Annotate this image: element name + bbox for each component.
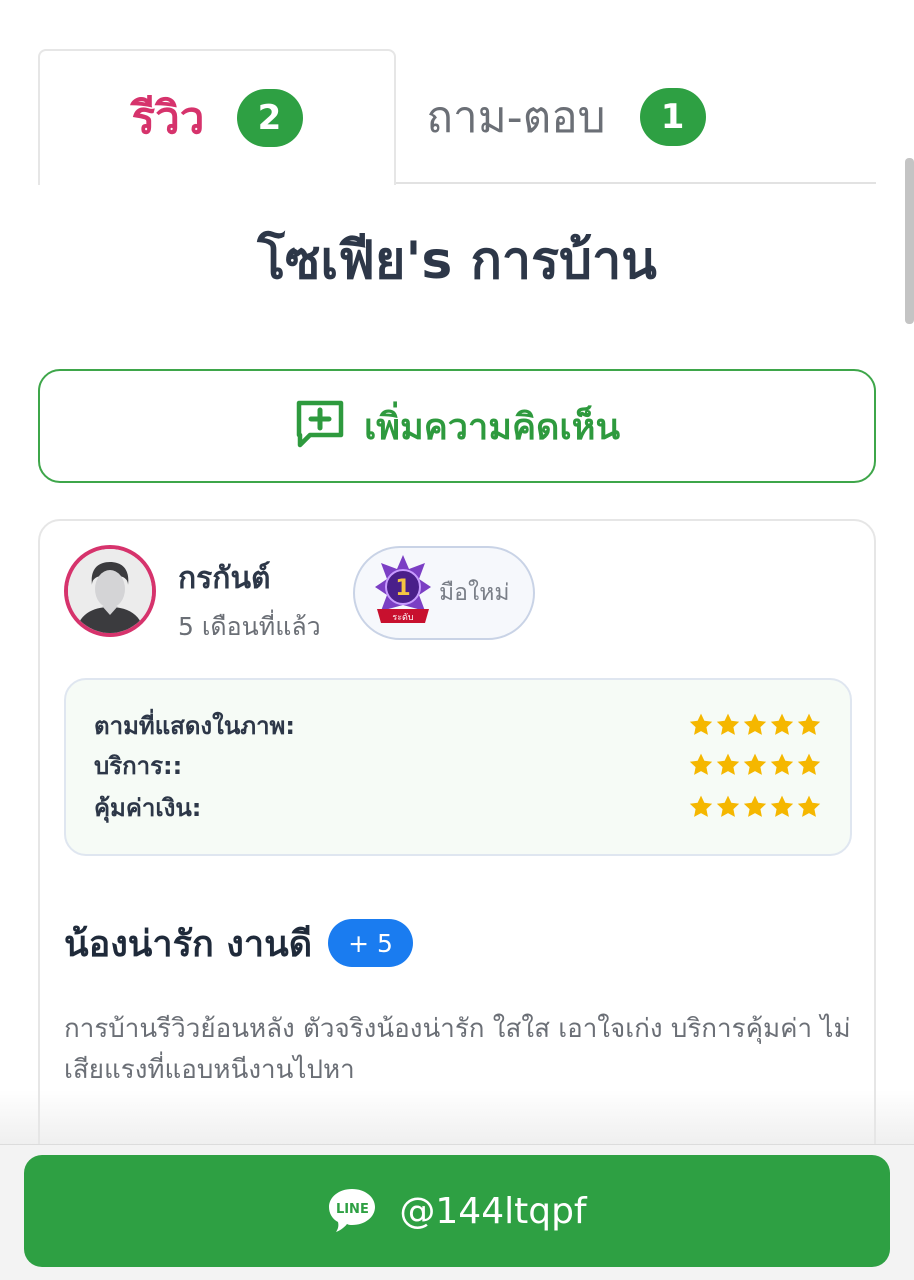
star-rating [688,794,822,820]
rating-row: ตามที่แสดงในภาพ: [94,707,822,743]
comment-plus-icon [294,399,346,453]
star-icon [770,753,794,775]
rating-row: คุ้มค่าเงิน: [94,789,822,825]
reviewer-name[interactable]: กรกันต์ [178,555,270,602]
review-body: การบ้านรีวิวย้อนหลัง ตัวจริงน้องน่ารัก ใ… [64,1009,864,1091]
tab-qa-count: 1 [639,88,706,146]
star-icon [689,753,713,775]
star-icon [797,713,821,735]
star-icon [716,753,740,775]
star-rating [688,712,822,738]
tab-reviews-count: 2 [236,89,303,147]
star-icon [797,795,821,817]
star-rating [688,752,822,778]
tab-bar: รีวิว 2 ถาม-ตอบ 1 [38,49,876,185]
user-silhouette-icon [68,549,152,633]
tab-qa-label: ถาม-ตอบ [426,92,606,143]
points-badge: + 5 [328,919,413,967]
star-icon [743,713,767,735]
tab-reviews[interactable]: รีวิว 2 [38,49,396,185]
star-icon [689,713,713,735]
rating-label: คุ้มค่าเงิน: [94,793,202,822]
bottom-shadow [0,1090,914,1150]
line-logo-icon: LINE [327,1186,377,1236]
line-id: @144ltqpf [399,1190,587,1232]
star-icon [797,753,821,775]
level-number: 1 [395,576,410,601]
tab-reviews-label: รีวิว [131,93,205,144]
review-body-line: เสียแรงที่แอบหนีงานไปหา [64,1055,355,1085]
star-icon [689,795,713,817]
avatar[interactable] [64,545,156,637]
star-icon [716,713,740,735]
level-medal-icon: 1 ระดับ [373,553,433,633]
rating-label: บริการ:: [94,751,183,780]
level-ribbon-text: ระดับ [392,613,414,623]
review-timestamp: 5 เดือนที่แล้ว [178,612,321,641]
line-contact-button[interactable]: LINE @144ltqpf [24,1155,890,1267]
rating-row: บริการ:: [94,747,822,783]
page-title: โซเฟีย's การบ้าน [257,231,657,291]
rating-label: ตามที่แสดงในภาพ: [94,711,295,740]
star-icon [743,753,767,775]
line-logo-text: LINE [335,1202,369,1217]
add-comment-label: เพิ่มความคิดเห็น [363,406,621,448]
ratings-box: ตามที่แสดงในภาพ: บริการ:: คุ้มค่าเงิน: [64,678,852,856]
level-label: มือใหม่ [439,580,510,606]
review-page: รีวิว 2 ถาม-ตอบ 1 โซเฟีย's การบ้าน เพิ่ม… [0,0,914,1280]
review-headline-row: น้องน่ารัก งานดี + 5 [64,917,413,969]
review-body-line: การบ้านรีวิวย้อนหลัง ตัวจริงน้องน่ารัก ใ… [64,1014,851,1044]
star-icon [716,795,740,817]
star-icon [770,795,794,817]
add-comment-button[interactable]: เพิ่มความคิดเห็น [38,369,876,483]
tab-qa[interactable]: ถาม-ตอบ 1 [396,49,736,185]
level-badge: 1 ระดับ มือใหม่ [353,546,535,640]
star-icon [770,713,794,735]
review-headline: น้องน่ารัก งานดี [64,923,313,965]
star-icon [743,795,767,817]
